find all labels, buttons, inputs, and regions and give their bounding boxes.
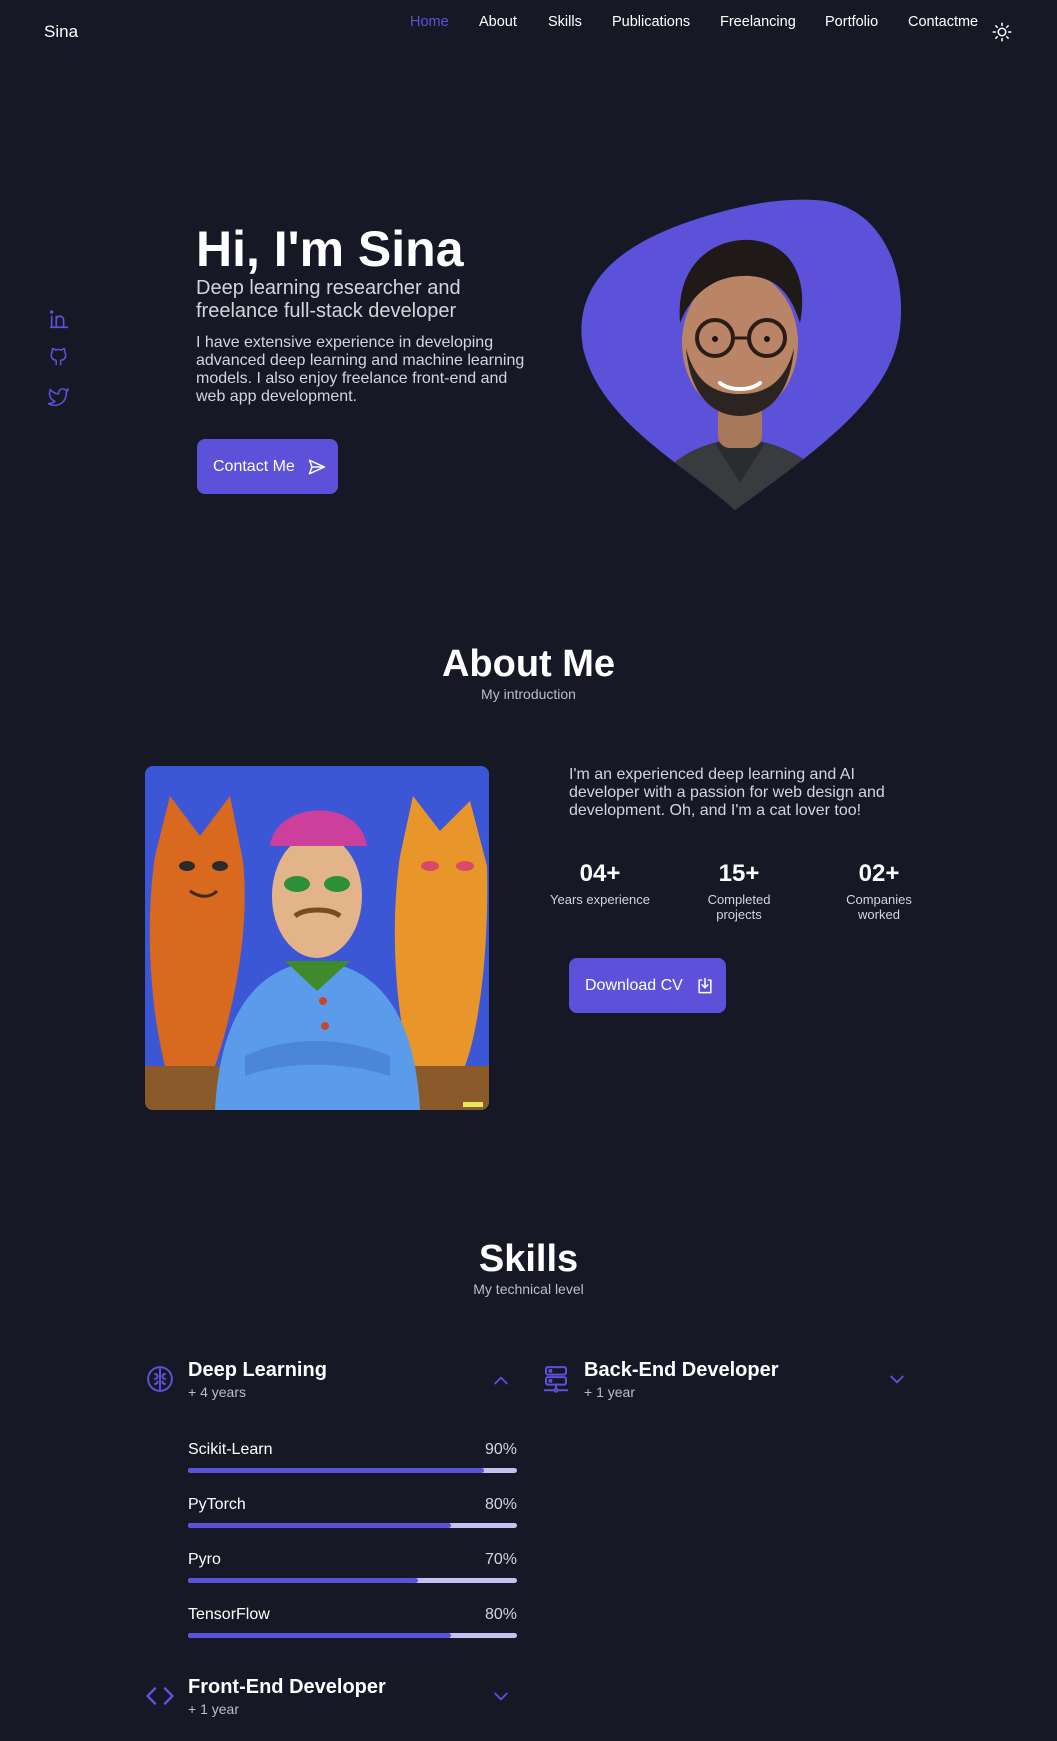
stat-label: Companies worked <box>846 892 912 922</box>
progress-fill <box>188 1633 452 1638</box>
progress-track <box>188 1633 517 1638</box>
chevron-down-icon[interactable] <box>491 1686 511 1706</box>
about-painting-image <box>145 766 489 1110</box>
stat-label: Completed projects <box>707 892 771 922</box>
nav-freelancing[interactable]: Freelancing <box>720 14 796 30</box>
linkedin-icon[interactable] <box>48 308 70 330</box>
skill-name: Scikit-Learn <box>188 1441 273 1458</box>
nav-contactme[interactable]: Contactme <box>908 14 978 30</box>
progress-fill <box>188 1523 452 1528</box>
twitter-icon[interactable] <box>48 385 70 407</box>
skill-name: Pyro <box>188 1551 221 1568</box>
chevron-down-icon[interactable] <box>887 1369 907 1389</box>
main-nav: Home About Skills Publications Freelanci… <box>0 14 1057 44</box>
skill-group-title: Back-End Developer <box>584 1359 779 1381</box>
nav-publications[interactable]: Publications <box>612 14 690 30</box>
server-icon <box>543 1366 569 1393</box>
chevron-up-icon[interactable] <box>491 1371 511 1391</box>
stat-value: 04+ <box>579 860 621 887</box>
hero-title: Hi, I'm Sina <box>196 221 464 277</box>
skill-percent: 80% <box>484 1606 517 1623</box>
about-title: About Me <box>441 643 616 685</box>
profile-photo <box>581 199 902 510</box>
brain-icon <box>147 1366 173 1392</box>
skill-group-years: + 4 years <box>188 1384 246 1400</box>
progress-fill <box>188 1468 485 1473</box>
skills-title: Skills <box>478 1238 579 1280</box>
download-cv-button[interactable]: Download CV <box>569 958 726 1013</box>
progress-fill <box>188 1578 419 1583</box>
hero-subtitle: Deep learning researcher and freelance f… <box>196 277 461 322</box>
stat-companies: 02+ Companies worked <box>824 860 934 922</box>
progress-track <box>188 1468 517 1473</box>
progress-track <box>188 1523 517 1528</box>
stat-projects: 15+ Completed projects <box>684 860 794 922</box>
stat-label: Years experience <box>550 892 650 907</box>
hero-description: I have extensive experience in developin… <box>196 334 525 405</box>
skill-percent: 80% <box>484 1496 517 1513</box>
skills-subtitle: My technical level <box>473 1281 584 1297</box>
skill-group-years: + 1 year <box>188 1701 239 1717</box>
skill-name: TensorFlow <box>188 1606 270 1623</box>
skill-name: PyTorch <box>188 1496 246 1513</box>
about-subtitle: My introduction <box>481 686 576 702</box>
stat-years: 04+ Years experience <box>545 860 655 907</box>
code-icon <box>146 1687 174 1705</box>
progress-track <box>188 1578 517 1583</box>
skill-group-title: Front-End Developer <box>188 1676 386 1698</box>
stat-value: 15+ <box>718 860 760 887</box>
send-icon <box>308 459 326 474</box>
github-icon[interactable] <box>48 346 70 368</box>
nav-portfolio[interactable]: Portfolio <box>825 14 878 30</box>
stat-value: 02+ <box>858 860 900 887</box>
skill-percent: 90% <box>484 1441 517 1458</box>
contact-me-button[interactable]: Contact Me <box>197 439 338 494</box>
nav-home[interactable]: Home <box>410 14 449 30</box>
contact-me-label: Contact Me <box>213 457 295 475</box>
skill-group-years: + 1 year <box>584 1384 635 1400</box>
nav-about[interactable]: About <box>479 14 517 30</box>
download-icon <box>698 977 712 993</box>
download-cv-label: Download CV <box>585 976 683 994</box>
sun-icon[interactable] <box>992 22 1012 42</box>
skill-percent: 70% <box>484 1551 517 1568</box>
skill-group-title: Deep Learning <box>188 1359 327 1381</box>
nav-skills[interactable]: Skills <box>548 14 582 30</box>
about-description: I'm an experienced deep learning and AI … <box>569 766 885 819</box>
